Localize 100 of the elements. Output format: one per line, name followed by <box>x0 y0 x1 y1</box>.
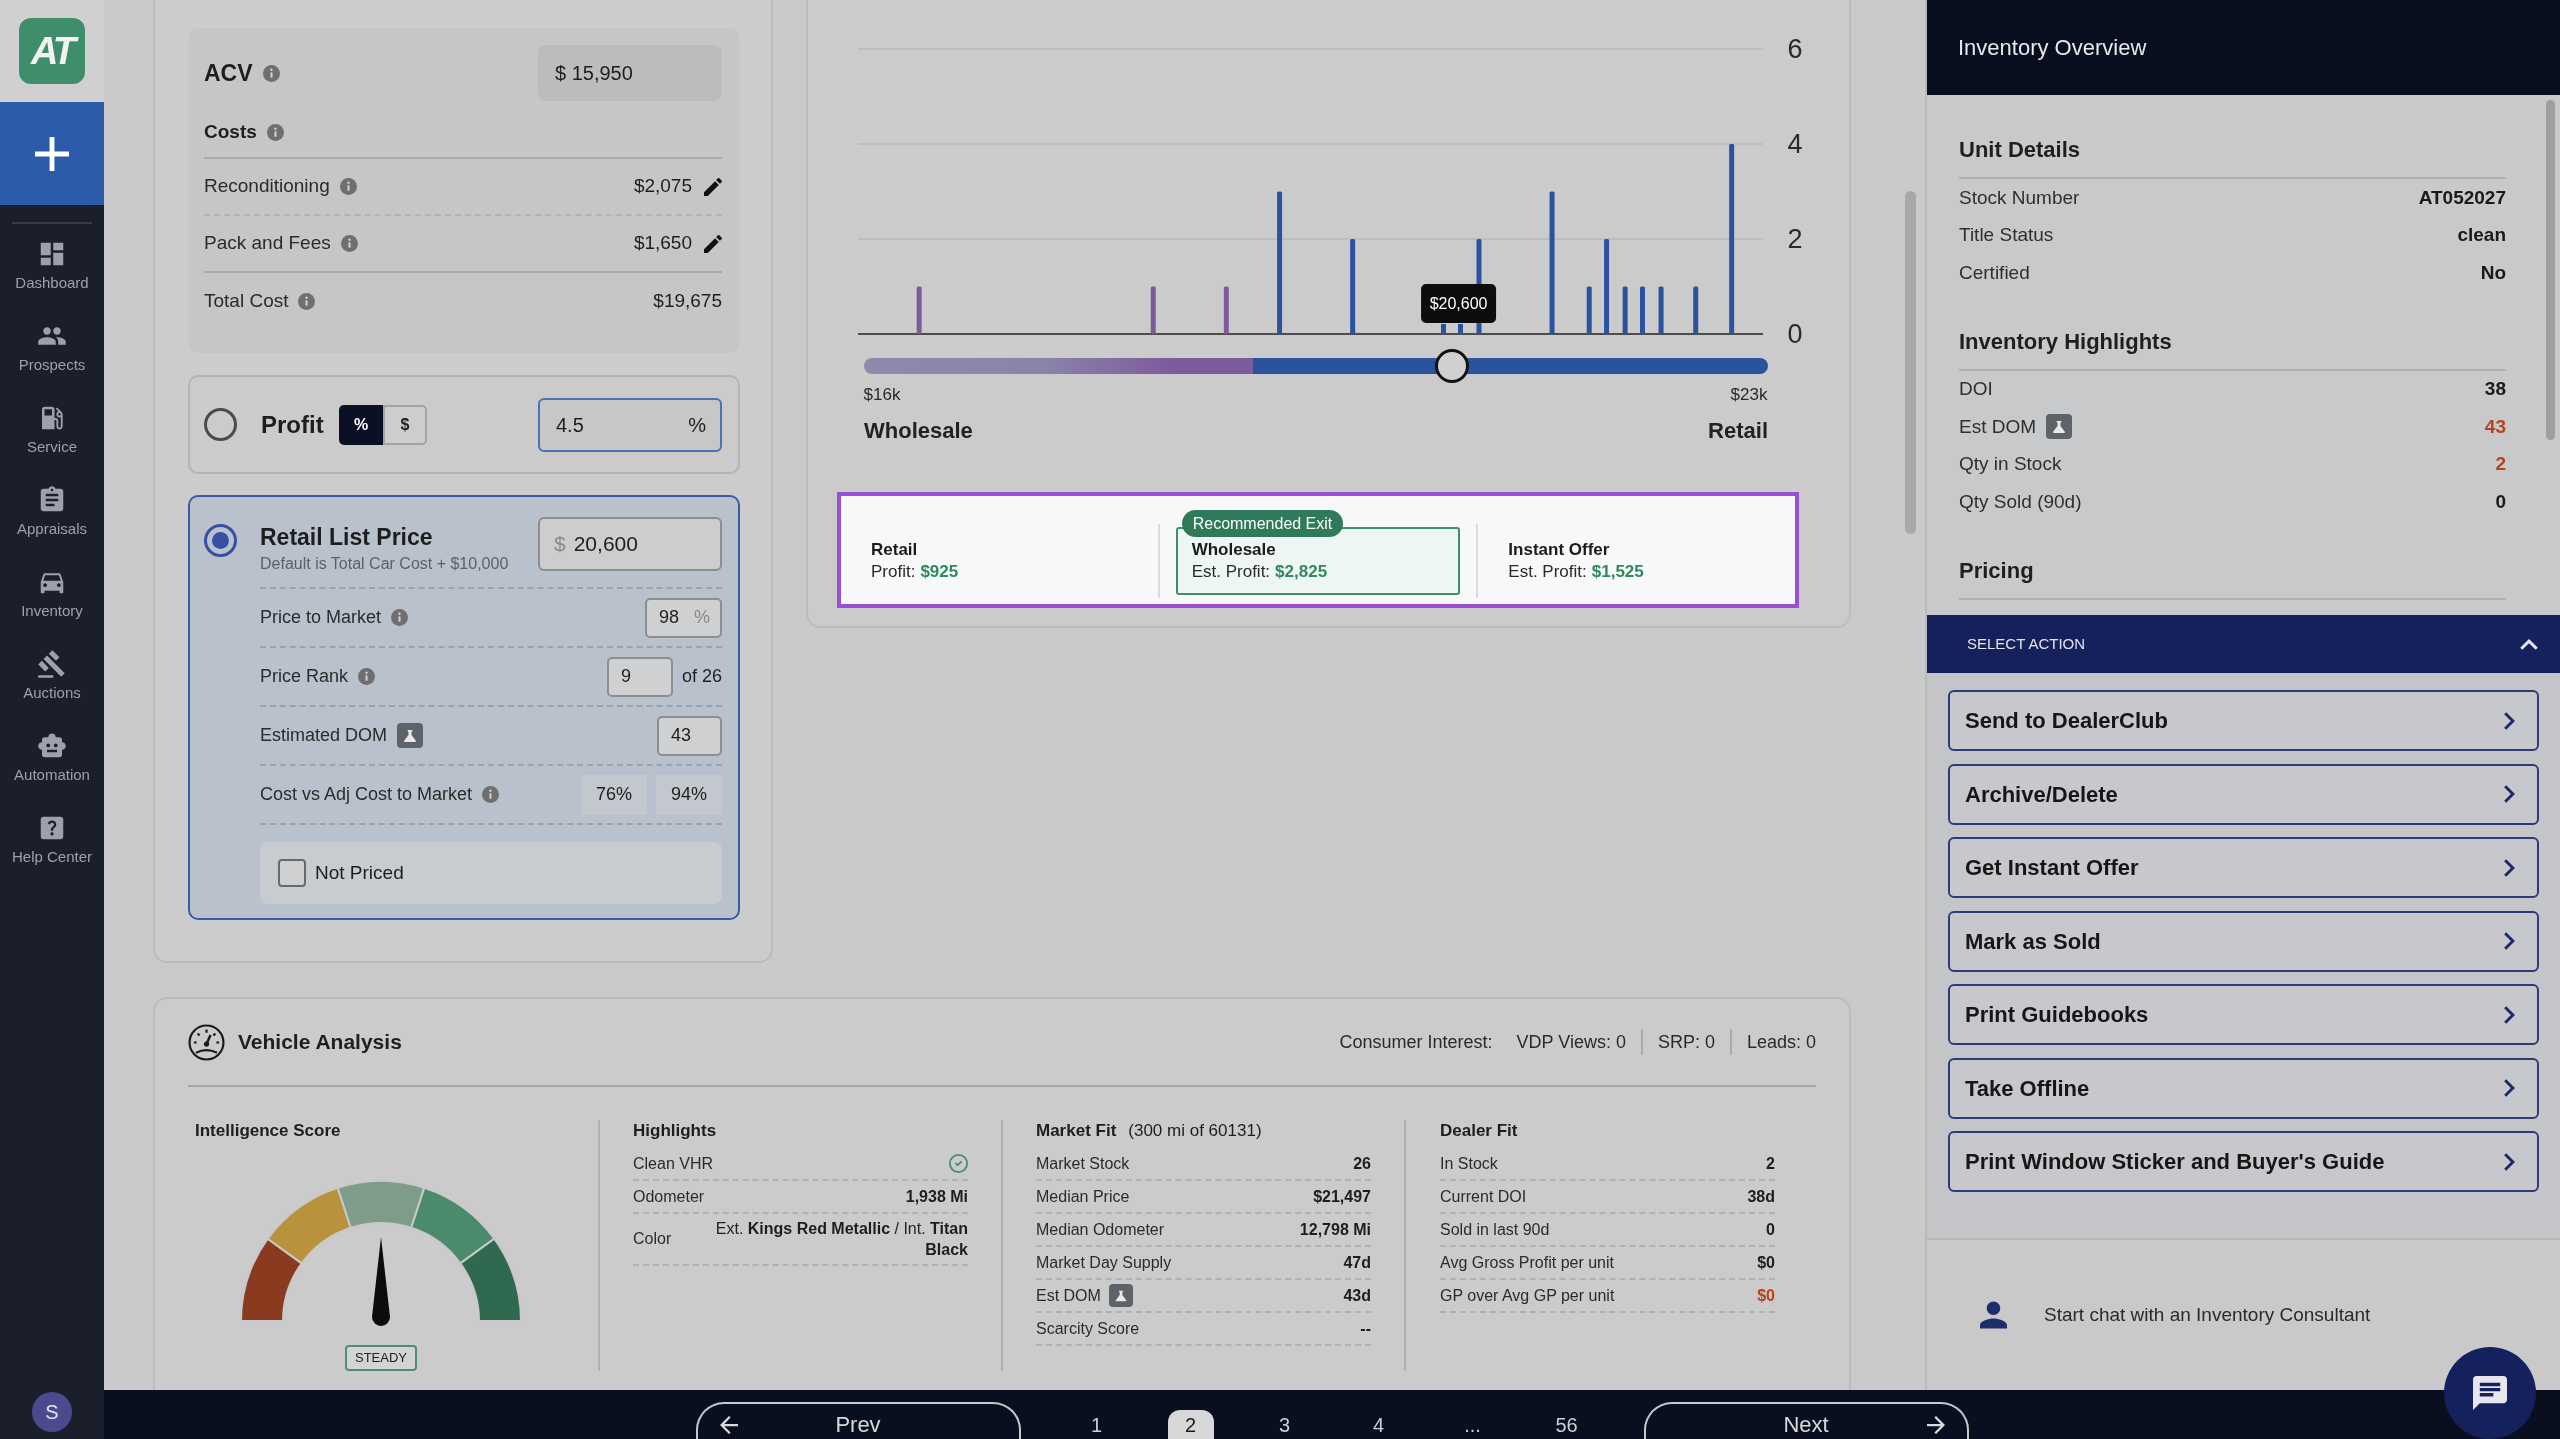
metric-label: In Stock <box>1440 1153 1498 1174</box>
pencil-icon[interactable] <box>704 177 722 196</box>
person-icon <box>1980 1301 2007 1329</box>
range-end-label: Retail <box>1708 418 1768 444</box>
user-avatar[interactable]: S <box>32 1392 72 1432</box>
action-button[interactable]: Mark as Sold <box>1948 910 2539 972</box>
bar-stubs <box>1441 324 1463 333</box>
ratio-field: 76% <box>581 774 647 815</box>
score-rating-badge: STEADY <box>345 1345 417 1371</box>
slider-thumb[interactable] <box>1434 349 1469 383</box>
scrollbar[interactable] <box>1905 191 1916 534</box>
axis-tick-label: 4 <box>1787 129 1803 159</box>
page-button[interactable]: 2 <box>1167 1410 1214 1439</box>
add-button[interactable] <box>0 102 104 205</box>
metric-label: Median Price <box>1036 1186 1130 1207</box>
nav-item[interactable]: Auctions <box>0 634 104 716</box>
bar <box>1223 286 1229 334</box>
checkbox[interactable] <box>278 859 306 887</box>
exit-option-title: Wholesale <box>1191 539 1277 561</box>
select-action-header[interactable]: SELECT ACTION <box>1927 615 2560 673</box>
axis-tick-label: 6 <box>1787 34 1803 64</box>
detail-value: clean <box>2457 223 2506 247</box>
next-button[interactable]: Next <box>1643 1402 1969 1439</box>
chat-link[interactable]: Start chat with an Inventory Consultant <box>2044 1300 2371 1330</box>
metric-value: 38d <box>1747 1186 1775 1207</box>
option-hint: Default is Total Car Cost + $10,000 <box>260 554 509 574</box>
column-heading: Market Fit <box>1036 1120 1117 1142</box>
radio-button[interactable] <box>204 524 237 557</box>
nav-item[interactable]: Appraisals <box>0 470 104 552</box>
arrow-left-icon <box>719 1415 738 1434</box>
section-title: Vehicle Analysis <box>238 1029 402 1056</box>
nav-item[interactable]: Help Center <box>0 798 104 880</box>
action-button[interactable]: Archive/Delete <box>1948 763 2539 825</box>
number-input[interactable]: 98 % <box>645 597 722 638</box>
metric-value: 26 <box>1353 1153 1371 1174</box>
nav-item[interactable]: Inventory <box>0 552 104 634</box>
chevron-right-icon <box>2504 711 2515 730</box>
nav-item[interactable]: Service <box>0 388 104 470</box>
metric-label: Sold in last 90d <box>1440 1219 1550 1240</box>
metric-label: Market Stock <box>1036 1153 1130 1174</box>
bar <box>1729 144 1735 334</box>
unit-toggle[interactable]: $ <box>383 404 427 445</box>
page-button[interactable]: 4 <box>1355 1410 1402 1439</box>
exit-option-title: Instant Offer <box>1508 539 1611 561</box>
exit-option-title: Retail <box>871 539 919 561</box>
arrow-right-icon <box>1926 1415 1945 1434</box>
nav-item[interactable]: Automation <box>0 716 104 798</box>
profit-input[interactable]: 4.5 % <box>538 397 722 452</box>
detail-label: Qty in Stock <box>1959 452 2062 476</box>
axis-tick-label: $23k <box>1730 385 1768 405</box>
axis-tick-label: $16k <box>863 385 901 405</box>
page-button[interactable]: 1 <box>1073 1410 1120 1439</box>
nav-item[interactable]: Prospects <box>0 306 104 388</box>
number-input[interactable]: 9 <box>606 656 673 697</box>
interest-stat: Leads: 0 <box>1746 1030 1816 1054</box>
scrollbar[interactable] <box>2546 100 2555 440</box>
chevron-right-icon <box>2504 785 2515 803</box>
metric-value: 43d <box>1343 1285 1371 1306</box>
nav-item[interactable]: Dashboard <box>0 224 104 306</box>
price-input[interactable]: $ 20,600 <box>538 517 722 571</box>
action-button[interactable]: Print Window Sticker and Buyer's Guide <box>1948 1131 2539 1192</box>
check-circle-icon <box>949 1154 968 1173</box>
detail-label: Certified <box>1959 260 2030 285</box>
cost-value: $1,650 <box>633 231 692 256</box>
panel-title: Inventory Overview <box>1958 34 2147 62</box>
detail-value: 43 <box>2484 414 2506 439</box>
profit-value: $1,525 <box>1591 561 1644 583</box>
ratio-field: 94% <box>656 774 722 815</box>
number-input[interactable]: 43 <box>657 715 722 756</box>
radio-button[interactable] <box>204 408 237 441</box>
page-button[interactable]: 56 <box>1543 1410 1590 1439</box>
metric-value: 0 <box>1766 1219 1775 1240</box>
action-button[interactable]: Print Guidebooks <box>1948 984 2539 1045</box>
column-heading: Intelligence Score <box>195 1120 342 1142</box>
pencil-icon[interactable] <box>704 234 722 253</box>
detail-label: Title Status <box>1959 223 2054 247</box>
bar <box>1350 239 1356 334</box>
chevron-right-icon <box>2504 1152 2515 1171</box>
prev-button[interactable]: Prev <box>695 1402 1021 1439</box>
unit-toggle[interactable]: % <box>339 404 383 445</box>
metric-value: 12,798 Mi <box>1299 1219 1371 1240</box>
metric-label: Market Day Supply <box>1036 1252 1172 1273</box>
checkbox-label[interactable]: Not Priced <box>315 858 404 888</box>
chat-bubble-icon <box>2473 1376 2507 1410</box>
metric-label: Price Rank <box>260 665 349 688</box>
action-button[interactable]: Send to DealerClub <box>1948 690 2539 751</box>
app-logo[interactable]: AT <box>19 18 85 84</box>
metric-value: $21,497 <box>1313 1186 1371 1207</box>
action-button[interactable]: Take Offline <box>1948 1057 2539 1119</box>
interest-stat: VDP Views: 0 <box>1516 1030 1626 1054</box>
bar <box>1658 286 1664 334</box>
cost-label: Total Cost <box>204 289 289 314</box>
column-heading: Highlights <box>633 1120 718 1142</box>
chevron-right-icon <box>2504 932 2515 950</box>
page-button[interactable]: 3 <box>1261 1410 1308 1439</box>
detail-value: 2 <box>2495 452 2506 476</box>
bar <box>1693 286 1699 334</box>
recommended-badge: Recommended Exit <box>1181 510 1344 537</box>
action-button[interactable]: Get Instant Offer <box>1948 837 2539 898</box>
metric-value: $0 <box>1757 1252 1775 1273</box>
